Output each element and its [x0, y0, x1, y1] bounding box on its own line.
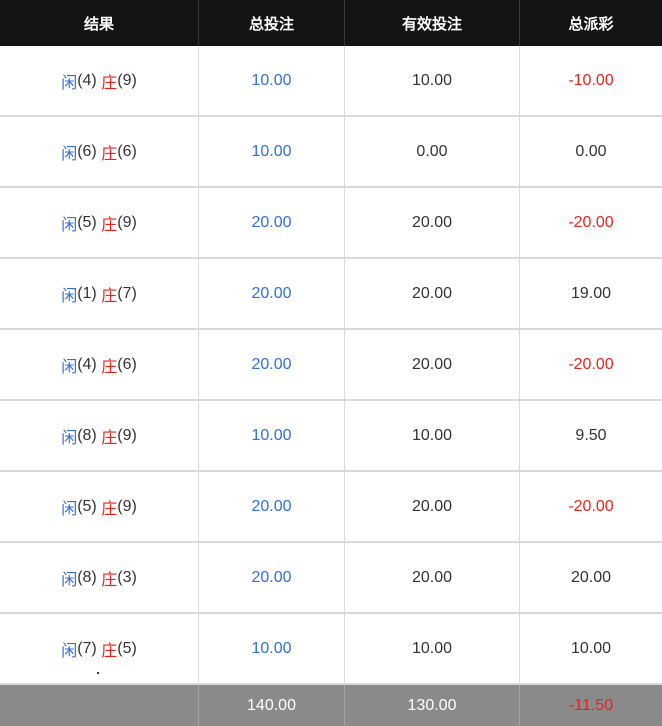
banker-score: (6): [117, 142, 137, 160]
player-score: (8): [77, 426, 97, 444]
player-score: (5): [77, 213, 97, 231]
payout-cell: -20.00: [520, 472, 662, 543]
player-score: (6): [77, 142, 97, 160]
player-label: 闲: [61, 145, 78, 163]
result-cell: 闲 (5) 庄 (9): [0, 188, 199, 259]
total-bet-cell: 10.00: [199, 117, 345, 188]
banker-score: (6): [117, 355, 137, 373]
player-label: 闲: [61, 216, 78, 234]
player-label: 闲: [61, 74, 78, 92]
header-total-bet: 总投注: [199, 0, 345, 46]
stray-dot: [97, 672, 99, 674]
result-cell: 闲 (6) 庄 (6): [0, 117, 199, 188]
footer-total-payout: -11.50: [520, 685, 662, 726]
valid-bet-cell: 20.00: [345, 543, 520, 614]
payout-cell: -20.00: [520, 330, 662, 401]
valid-bet-cell: 20.00: [345, 259, 520, 330]
payout-cell: 9.50: [520, 401, 662, 472]
total-bet-cell: 10.00: [199, 401, 345, 472]
result-cell: 闲 (8) 庄 (9): [0, 401, 199, 472]
banker-score: (5): [117, 639, 137, 657]
player-score: (7): [77, 639, 97, 657]
result-cell: 闲 (5) 庄 (9): [0, 472, 199, 543]
banker-label: 庄: [101, 642, 118, 660]
valid-bet-cell: 20.00: [345, 472, 520, 543]
bet-records-table: 结果 总投注 有效投注 总派彩 闲 (4) 庄 (9) 10.00 10.00 -1…: [0, 0, 662, 726]
banker-score: (9): [117, 426, 137, 444]
payout-cell: 20.00: [520, 543, 662, 614]
total-bet-cell: 20.00: [199, 259, 345, 330]
banker-label: 庄: [101, 216, 118, 234]
banker-label: 庄: [101, 429, 118, 447]
banker-label: 庄: [101, 358, 118, 376]
banker-score: (9): [117, 213, 137, 231]
banker-label: 庄: [101, 500, 118, 518]
valid-bet-cell: 0.00: [345, 117, 520, 188]
player-label: 闲: [61, 642, 78, 660]
player-score: (8): [77, 568, 97, 586]
footer-total-bet: 140.00: [199, 685, 345, 726]
player-label: 闲: [61, 358, 78, 376]
result-cell: 闲 (1) 庄 (7): [0, 259, 199, 330]
header-total-payout: 总派彩: [520, 0, 662, 46]
valid-bet-cell: 10.00: [345, 46, 520, 117]
total-bet-cell: 10.00: [199, 46, 345, 117]
banker-label: 庄: [101, 571, 118, 589]
player-label: 闲: [61, 571, 78, 589]
total-bet-cell: 20.00: [199, 472, 345, 543]
valid-bet-cell: 10.00: [345, 614, 520, 685]
banker-score: (9): [117, 497, 137, 515]
total-bet-cell: 20.00: [199, 188, 345, 259]
banker-label: 庄: [101, 145, 118, 163]
banker-label: 庄: [101, 287, 118, 305]
header-valid-bet: 有效投注: [345, 0, 520, 46]
footer-valid-bet: 130.00: [345, 685, 520, 726]
payout-cell: 0.00: [520, 117, 662, 188]
player-label: 闲: [61, 500, 78, 518]
player-score: (4): [77, 355, 97, 373]
player-score: (4): [77, 71, 97, 89]
payout-cell: 10.00: [520, 614, 662, 685]
payout-cell: 19.00: [520, 259, 662, 330]
result-cell: 闲 (7) 庄 (5): [0, 614, 199, 685]
banker-label: 庄: [101, 74, 118, 92]
player-label: 闲: [61, 287, 78, 305]
player-score: (5): [77, 497, 97, 515]
result-cell: 闲 (8) 庄 (3): [0, 543, 199, 614]
valid-bet-cell: 10.00: [345, 401, 520, 472]
total-bet-cell: 10.00: [199, 614, 345, 685]
footer-result: [0, 685, 199, 726]
player-score: (1): [77, 284, 97, 302]
total-bet-cell: 20.00: [199, 543, 345, 614]
total-bet-cell: 20.00: [199, 330, 345, 401]
result-cell: 闲 (4) 庄 (9): [0, 46, 199, 117]
header-result: 结果: [0, 0, 199, 46]
payout-cell: -10.00: [520, 46, 662, 117]
valid-bet-cell: 20.00: [345, 330, 520, 401]
result-cell: 闲 (4) 庄 (6): [0, 330, 199, 401]
valid-bet-cell: 20.00: [345, 188, 520, 259]
payout-cell: -20.00: [520, 188, 662, 259]
banker-score: (7): [117, 284, 137, 302]
player-label: 闲: [61, 429, 78, 447]
banker-score: (9): [117, 71, 137, 89]
banker-score: (3): [117, 568, 137, 586]
